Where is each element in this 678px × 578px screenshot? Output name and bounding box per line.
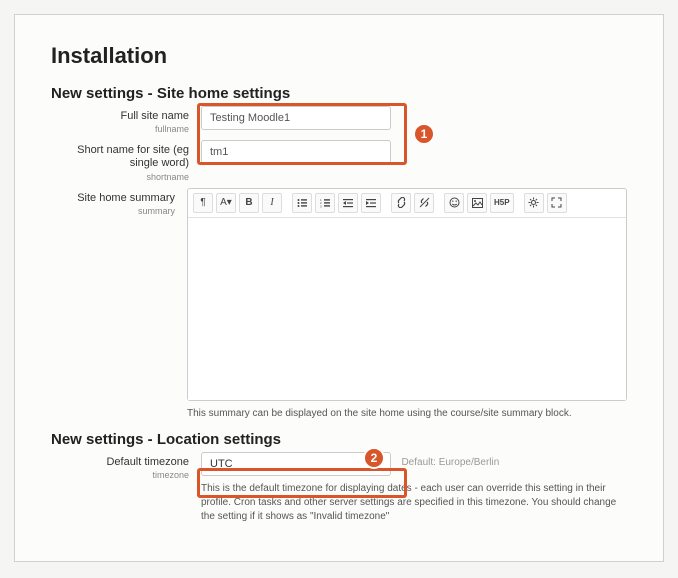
paragraph-style-button[interactable]: ¶ — [193, 193, 213, 213]
sublabel-fullname: fullname — [51, 124, 189, 134]
link-button[interactable] — [391, 193, 411, 213]
summary-help-text: This summary can be displayed on the sit… — [187, 407, 627, 421]
settings-button[interactable] — [524, 193, 544, 213]
font-size-button[interactable]: A▾ — [216, 193, 236, 213]
expand-button[interactable] — [547, 193, 567, 213]
page-container: Installation New settings - Site home se… — [14, 14, 664, 562]
label-summary: Site home summary — [51, 192, 175, 205]
section-location-heading: New settings - Location settings — [51, 431, 627, 448]
label-shortname: Short name for site (eg single word) — [51, 144, 189, 170]
row-timezone: Default timezone timezone UTC ⇅ Default:… — [51, 452, 627, 524]
sublabel-timezone: timezone — [51, 470, 189, 480]
sublabel-summary: summary — [51, 206, 175, 216]
summary-editor-body[interactable] — [188, 218, 626, 400]
label-fullname: Full site name — [51, 110, 189, 123]
input-shortname[interactable] — [201, 140, 391, 164]
label-timezone: Default timezone — [51, 456, 189, 469]
summary-editor: ¶ A▾ B I 123 H5P — [187, 188, 627, 401]
bullet-list-button[interactable] — [292, 193, 312, 213]
emoji-button[interactable] — [444, 193, 464, 213]
input-fullname[interactable] — [201, 106, 391, 130]
select-timezone[interactable]: UTC — [201, 452, 391, 476]
image-button[interactable] — [467, 193, 487, 213]
row-fullname: Full site name fullname — [51, 106, 627, 134]
timezone-default-note: Default: Europe/Berlin — [401, 457, 499, 468]
row-shortname: Short name for site (eg single word) sho… — [51, 140, 627, 181]
section-site-home-heading: New settings - Site home settings — [51, 85, 627, 102]
page-title: Installation — [51, 43, 627, 69]
sublabel-shortname: shortname — [51, 172, 189, 182]
outdent-button[interactable] — [338, 193, 358, 213]
indent-button[interactable] — [361, 193, 381, 213]
row-summary: Site home summary summary ¶ A▾ B I 123 — [51, 188, 627, 421]
italic-button[interactable]: I — [262, 193, 282, 213]
bold-button[interactable]: B — [239, 193, 259, 213]
numbered-list-button[interactable]: 123 — [315, 193, 335, 213]
unlink-button[interactable] — [414, 193, 434, 213]
timezone-help-text: This is the default timezone for display… — [201, 482, 627, 524]
svg-text:3: 3 — [320, 204, 322, 208]
editor-toolbar: ¶ A▾ B I 123 H5P — [188, 189, 626, 218]
h5p-button[interactable]: H5P — [490, 193, 514, 213]
